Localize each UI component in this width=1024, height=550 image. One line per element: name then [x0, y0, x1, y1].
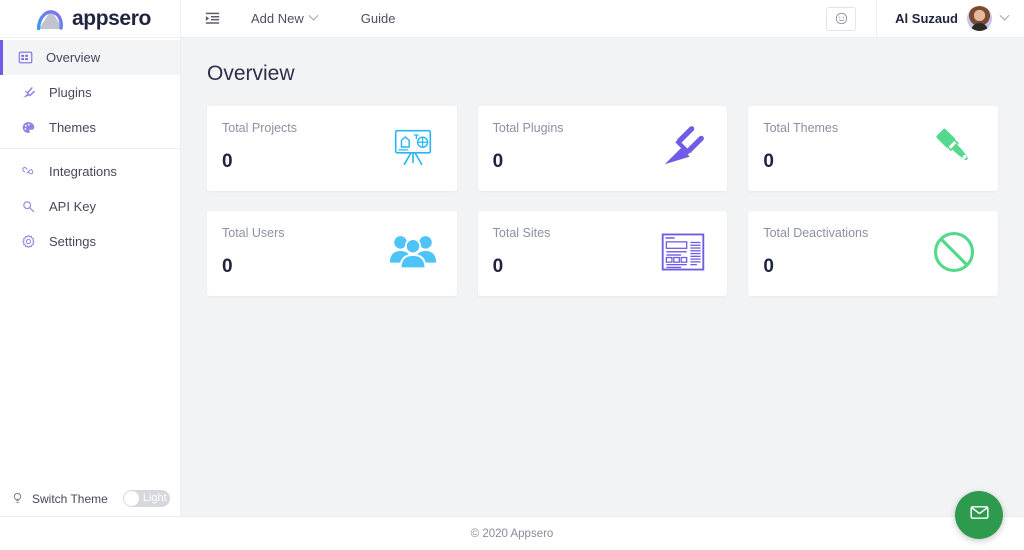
- paint-palette-icon: [20, 120, 36, 136]
- link-chain-icon: [20, 164, 36, 180]
- people-group-icon: [387, 226, 439, 278]
- toggle-knob: [123, 491, 139, 506]
- sidebar-item-overview[interactable]: Overview: [0, 40, 180, 75]
- footer-copyright: © 2020 Appsero: [470, 527, 554, 540]
- key-search-icon: [20, 199, 36, 215]
- body-row: Overview Plugins Themes Integrations API…: [0, 38, 1024, 516]
- sidebar-item-label: Overview: [46, 50, 101, 65]
- stat-card-label: Total Sites: [492, 226, 551, 240]
- user-name: Al Suzaud: [895, 11, 958, 26]
- user-menu[interactable]: Al Suzaud: [876, 0, 1024, 37]
- brand-name: appsero: [72, 6, 151, 30]
- nav-add-new[interactable]: Add New: [229, 0, 339, 37]
- stat-card-total-sites[interactable]: Total Sites 0: [477, 211, 728, 296]
- brand-logo-area[interactable]: appsero: [0, 0, 181, 37]
- stat-card-text: Total Users 0: [222, 226, 285, 278]
- stat-card-grid: Total Projects 0 Total Plugins 0 Total T…: [207, 106, 998, 296]
- plug-icon: [20, 85, 36, 101]
- sidebar: Overview Plugins Themes Integrations API…: [0, 38, 181, 516]
- stat-card-total-projects[interactable]: Total Projects 0: [207, 106, 457, 191]
- page-title: Overview: [207, 62, 295, 85]
- webpage-layout-icon: [657, 226, 709, 278]
- toggle-label: Light: [142, 492, 167, 504]
- nav-guide-label: Guide: [360, 11, 396, 26]
- theme-toggle[interactable]: Light: [122, 490, 170, 507]
- sidebar-item-plugins[interactable]: Plugins: [0, 75, 180, 110]
- stat-card-total-deactivations[interactable]: Total Deactivations 0: [748, 211, 998, 296]
- gear-icon: [20, 234, 36, 250]
- stat-card-value: 0: [222, 256, 233, 277]
- sidebar-item-integrations[interactable]: Integrations: [0, 154, 180, 189]
- menu-indent-icon[interactable]: [195, 4, 229, 34]
- sidebar-item-themes[interactable]: Themes: [0, 110, 180, 145]
- sidebar-item-label: API Key: [49, 199, 96, 214]
- stat-card-text: Total Plugins 0: [493, 121, 564, 173]
- appsero-swoosh-logo: [36, 7, 66, 31]
- sidebar-item-settings[interactable]: Settings: [0, 224, 180, 259]
- stat-card-total-users[interactable]: Total Users 0: [207, 211, 457, 296]
- smiley-face-icon[interactable]: [826, 6, 857, 31]
- user-avatar: [967, 6, 992, 31]
- sidebar-item-label: Settings: [49, 234, 96, 249]
- stat-card-value: 0: [763, 151, 774, 172]
- stat-card-label: Total Plugins: [492, 121, 564, 135]
- stat-card-value: 0: [222, 151, 233, 172]
- stat-card-value: 0: [492, 151, 504, 172]
- chevron-down-icon: [308, 10, 319, 21]
- sidebar-item-api-key[interactable]: API Key: [0, 189, 180, 224]
- lightbulb-icon: [11, 492, 25, 506]
- stat-card-text: Total Sites 0: [493, 226, 551, 278]
- sidebar-item-label: Plugins: [49, 85, 92, 100]
- sidebar-group-primary: Overview Plugins Themes: [0, 38, 180, 145]
- stat-card-text: Total Themes 0: [763, 121, 838, 173]
- nav-add-new-label: Add New: [251, 11, 304, 26]
- top-nav: Add New Guide: [181, 0, 826, 37]
- stat-card-text: Total Projects 0: [222, 121, 297, 173]
- sidebar-item-label: Integrations: [49, 164, 117, 179]
- plug-icon: [657, 121, 709, 173]
- sidebar-item-label: Themes: [49, 120, 96, 135]
- main-content: Overview Total Projects 0 Total Plugins …: [181, 38, 1024, 516]
- top-bar: appsero Add New Guide Al Suzaud: [0, 0, 1024, 38]
- top-right-area: Al Suzaud: [826, 0, 1024, 37]
- stat-card-label: Total Deactivations: [763, 226, 869, 240]
- paint-brush-icon: [928, 121, 980, 173]
- sidebar-group-secondary: Integrations API Key Settings: [0, 152, 180, 259]
- stat-card-label: Total Themes: [763, 121, 839, 135]
- stat-card-text: Total Deactivations 0: [763, 226, 868, 278]
- easel-presentation-icon: [387, 121, 439, 173]
- envelope-icon: [969, 502, 990, 528]
- footer: © 2020 Appsero: [0, 516, 1024, 550]
- stat-card-total-themes[interactable]: Total Themes 0: [748, 106, 998, 191]
- switch-theme-row: Switch Theme Light: [0, 481, 180, 516]
- sidebar-divider: [0, 148, 180, 149]
- appsero-dashboard: appsero Add New Guide Al Suzaud Overview…: [0, 0, 1024, 550]
- chat-support-button[interactable]: [955, 491, 1003, 539]
- stat-card-value: 0: [763, 256, 774, 277]
- stat-card-label: Total Users: [222, 226, 285, 240]
- dashboard-grid-icon: [17, 50, 33, 66]
- stat-card-total-plugins[interactable]: Total Plugins 0: [477, 106, 728, 191]
- chevron-down-icon: [999, 10, 1010, 21]
- stat-card-value: 0: [492, 256, 504, 277]
- switch-theme-label: Switch Theme: [32, 491, 108, 506]
- stat-card-label: Total Projects: [222, 121, 298, 135]
- nav-guide[interactable]: Guide: [339, 0, 418, 37]
- prohibited-circle-icon: [928, 226, 980, 278]
- main-scroll-area: Overview Total Projects 0 Total Plugins …: [181, 38, 1024, 516]
